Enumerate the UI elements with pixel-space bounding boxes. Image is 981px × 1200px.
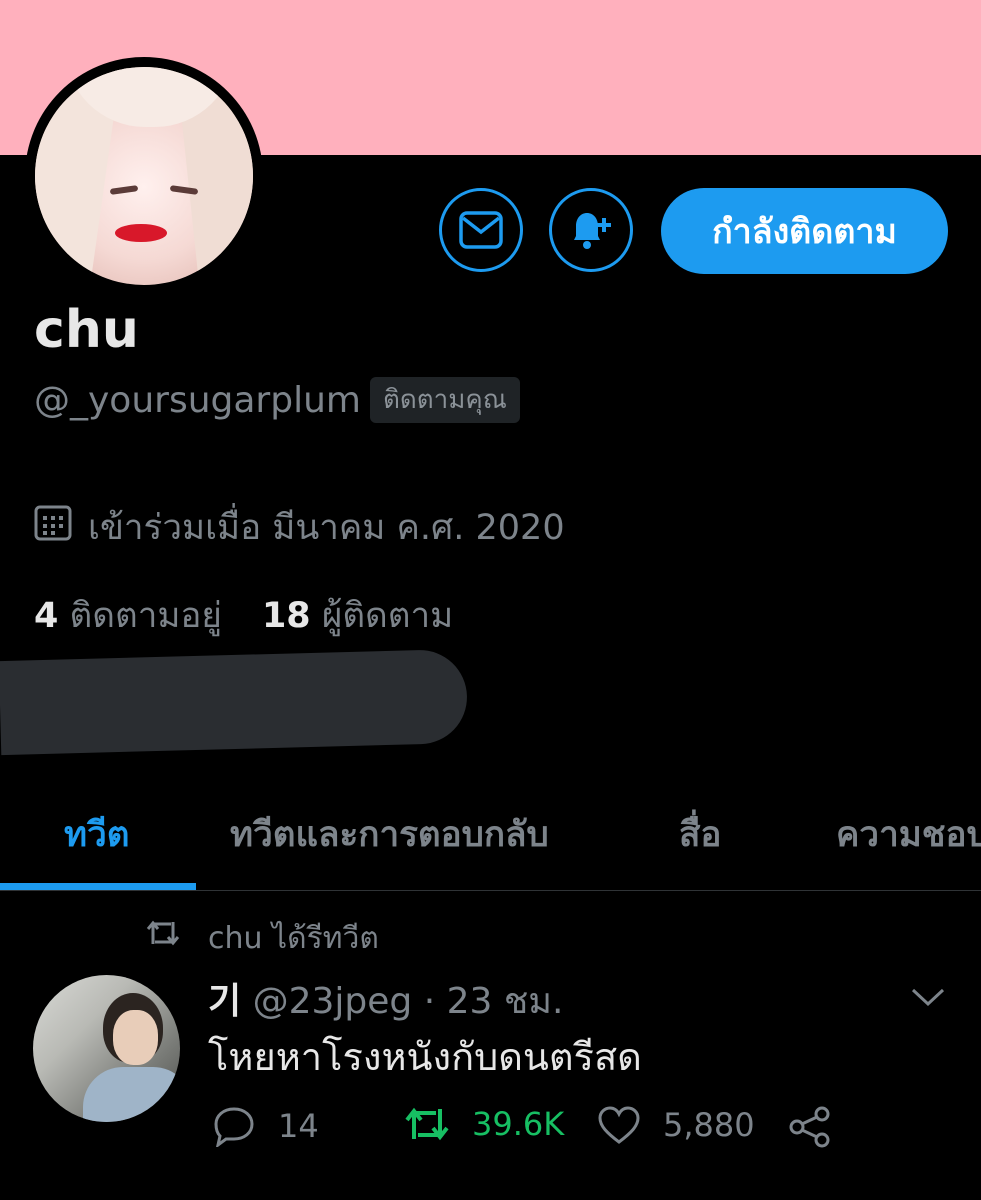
retweet-icon [146,920,180,946]
tab-media[interactable]: สื่อ [679,807,721,862]
profile-tabs: ทวีต ทวีตและการตอบกลับ สื่อ ความชอบ [0,785,981,891]
tab-tweets[interactable]: ทวีต [64,807,129,862]
display-name: chu [34,300,139,360]
like-count: 5,880 [663,1106,755,1144]
mail-icon [459,211,503,249]
followers-link[interactable]: 18 ผู้ติดตาม [262,596,453,636]
tweet-author-line: 기 @23jpeg · 23 ชม. [208,972,563,1029]
tab-tweets-replies[interactable]: ทวีตและการตอบกลับ [230,807,549,862]
follows-you-badge: ติดตามคุณ [370,377,520,423]
user-handle: @_yoursugarplum [34,380,361,421]
retweeted-by: chu ได้รีทวีต [208,921,379,956]
reply-count: 14 [278,1107,319,1145]
tweet-separator: · [423,981,436,1022]
tweet-author-name[interactable]: 기 [208,981,241,1022]
following-button[interactable]: กำลังติดตาม [661,188,948,274]
retweet-icon [405,1107,449,1141]
following-link[interactable]: 4 ติดตามอยู่ [34,596,222,636]
bell-plus-icon [574,213,611,249]
followers-label: ผู้ติดตาม [321,596,454,636]
like-action[interactable]: 5,880 [597,1105,755,1145]
share-icon [789,1106,830,1148]
tab-likes[interactable]: ความชอบ [836,807,981,862]
share-action[interactable] [788,1105,854,1149]
joined-date: เข้าร่วมเมื่อ มีนาคม ค.ศ. 2020 [88,508,565,548]
heart-icon [598,1106,640,1144]
tweet-author-avatar[interactable] [33,975,180,1122]
tweet-author-handle[interactable]: @23jpeg [253,981,413,1022]
profile-avatar[interactable] [35,67,253,285]
reply-action[interactable]: 14 [212,1105,319,1147]
chevron-down-icon[interactable] [910,985,946,1009]
followers-count: 18 [261,596,311,636]
tweet-time[interactable]: 23 ชม. [447,981,564,1022]
calendar-icon [34,505,72,541]
retweet-action[interactable]: 39.6K [404,1105,564,1143]
follow-stats: 4 ติดตามอยู่ 18 ผู้ติดตาม [34,588,453,643]
notify-button[interactable] [549,188,633,272]
active-tab-indicator [0,883,196,890]
tweet-text: โหยหาโรงหนังกับดนตรีสด [208,1035,642,1079]
redaction-block [0,648,469,756]
reply-icon [214,1107,254,1147]
message-button[interactable] [439,188,523,272]
retweet-count: 39.6K [472,1105,565,1143]
following-count: 4 [34,596,59,636]
following-label: ติดตามอยู่ [69,596,222,636]
